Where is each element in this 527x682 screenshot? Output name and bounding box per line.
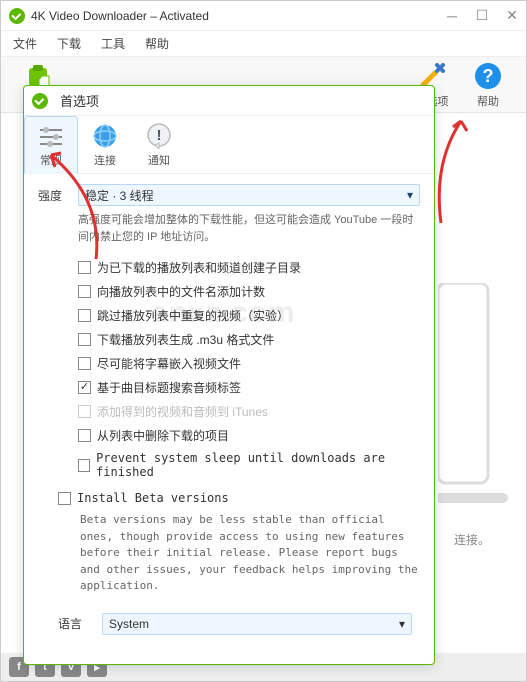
dialog-titlebar: 首选项 [24, 86, 434, 116]
menu-tools[interactable]: 工具 [101, 35, 125, 52]
intensity-dropdown[interactable]: 稳定 · 3 线程 ▾ [78, 184, 420, 206]
chk-prevent-sleep-label: Prevent system sleep until downloads are… [96, 451, 420, 479]
tab-notify[interactable]: ! 通知 [132, 116, 186, 173]
intensity-hint: 高强度可能会增加整体的下载性能，但这可能会造成 YouTube 一段时间内禁止您… [78, 212, 420, 245]
window-controls: ─ ☐ ✕ [446, 10, 518, 22]
dialog-app-icon [32, 93, 48, 109]
chk-beta[interactable]: Install Beta versions [58, 491, 420, 505]
tab-notify-label: 通知 [148, 152, 170, 168]
tab-general-label: 常规 [40, 152, 62, 168]
chk-m3u-label: 下载播放列表生成 .m3u 格式文件 [97, 331, 274, 348]
notify-icon: ! [144, 122, 174, 150]
chk-itunes: 添加得到的视频和音频到 iTunes [78, 403, 420, 420]
svg-text:?: ? [483, 66, 494, 86]
dialog-title: 首选项 [60, 91, 99, 110]
svg-text:!: ! [157, 127, 162, 144]
chk-m3u[interactable]: 下载播放列表生成 .m3u 格式文件 [78, 331, 420, 348]
dialog-tabs: 常规 连接 ! 通知 [24, 116, 434, 174]
language-row: 语言 System ▾ [58, 613, 420, 635]
menu-download[interactable]: 下载 [57, 35, 81, 52]
language-dropdown[interactable]: System ▾ [102, 613, 412, 635]
chk-remove-finished-label: 从列表中删除下载的项目 [97, 427, 229, 444]
tab-general[interactable]: 常规 [24, 116, 78, 174]
chk-count[interactable]: 向播放列表中的文件名添加计数 [78, 283, 420, 300]
chk-count-label: 向播放列表中的文件名添加计数 [97, 283, 265, 300]
connect-hint: 连接。 [454, 531, 490, 548]
menu-help[interactable]: 帮助 [145, 35, 169, 52]
chk-subdir-label: 为已下载的播放列表和频道创建子目录 [97, 259, 301, 276]
window-title: 4K Video Downloader – Activated [31, 9, 446, 23]
minimize-button[interactable]: ─ [446, 10, 458, 22]
app-icon [9, 8, 25, 24]
globe-icon [90, 122, 120, 150]
chk-embed-sub-label: 尽可能将字幕嵌入视频文件 [97, 355, 241, 372]
menu-file[interactable]: 文件 [13, 35, 37, 52]
chk-subdir[interactable]: 为已下载的播放列表和频道创建子目录 [78, 259, 420, 276]
chk-itunes-label: 添加得到的视频和音频到 iTunes [97, 403, 268, 420]
maximize-button[interactable]: ☐ [476, 10, 488, 22]
beta-section: Install Beta versions Beta versions may … [58, 491, 420, 595]
help-label: 帮助 [477, 93, 499, 109]
sliders-icon [36, 122, 66, 150]
language-value: System [109, 617, 149, 631]
chk-prevent-sleep[interactable]: Prevent system sleep until downloads are… [78, 451, 420, 479]
chk-audio-tags-label: 基于曲目标题搜索音频标签 [97, 379, 241, 396]
chk-skip-dup-label: 跳过播放列表中重复的视频（实验） [97, 307, 289, 324]
titlebar: 4K Video Downloader – Activated ─ ☐ ✕ [1, 1, 526, 31]
checkbox-list: 为已下载的播放列表和频道创建子目录 向播放列表中的文件名添加计数 跳过播放列表中… [78, 259, 420, 479]
intensity-value: 稳定 · 3 线程 [85, 187, 154, 204]
close-button[interactable]: ✕ [506, 10, 518, 22]
tab-connection[interactable]: 连接 [78, 116, 132, 173]
dialog-body: 强度 稳定 · 3 线程 ▾ 高强度可能会增加整体的下载性能，但这可能会造成 Y… [24, 174, 434, 664]
intensity-label: 强度 [38, 187, 78, 204]
menubar: 文件 下载 工具 帮助 [1, 31, 526, 57]
laptop-illustration [438, 283, 508, 543]
language-label: 语言 [58, 615, 102, 632]
chk-beta-label: Install Beta versions [77, 491, 229, 505]
help-icon: ? [473, 61, 503, 91]
chevron-down-icon: ▾ [399, 617, 405, 631]
chk-audio-tags[interactable]: 基于曲目标题搜索音频标签 [78, 379, 420, 396]
chk-embed-sub[interactable]: 尽可能将字幕嵌入视频文件 [78, 355, 420, 372]
preferences-dialog: 首选项 常规 连接 ! 通知 强度 稳定 · 3 线程 ▾ [23, 85, 435, 665]
tab-connection-label: 连接 [94, 152, 116, 168]
help-button[interactable]: ? 帮助 [460, 59, 516, 111]
chk-skip-dup[interactable]: 跳过播放列表中重复的视频（实验） [78, 307, 420, 324]
chevron-down-icon: ▾ [407, 188, 413, 202]
beta-description: Beta versions may be less stable than of… [80, 512, 420, 595]
chk-remove-finished[interactable]: 从列表中删除下载的项目 [78, 427, 420, 444]
